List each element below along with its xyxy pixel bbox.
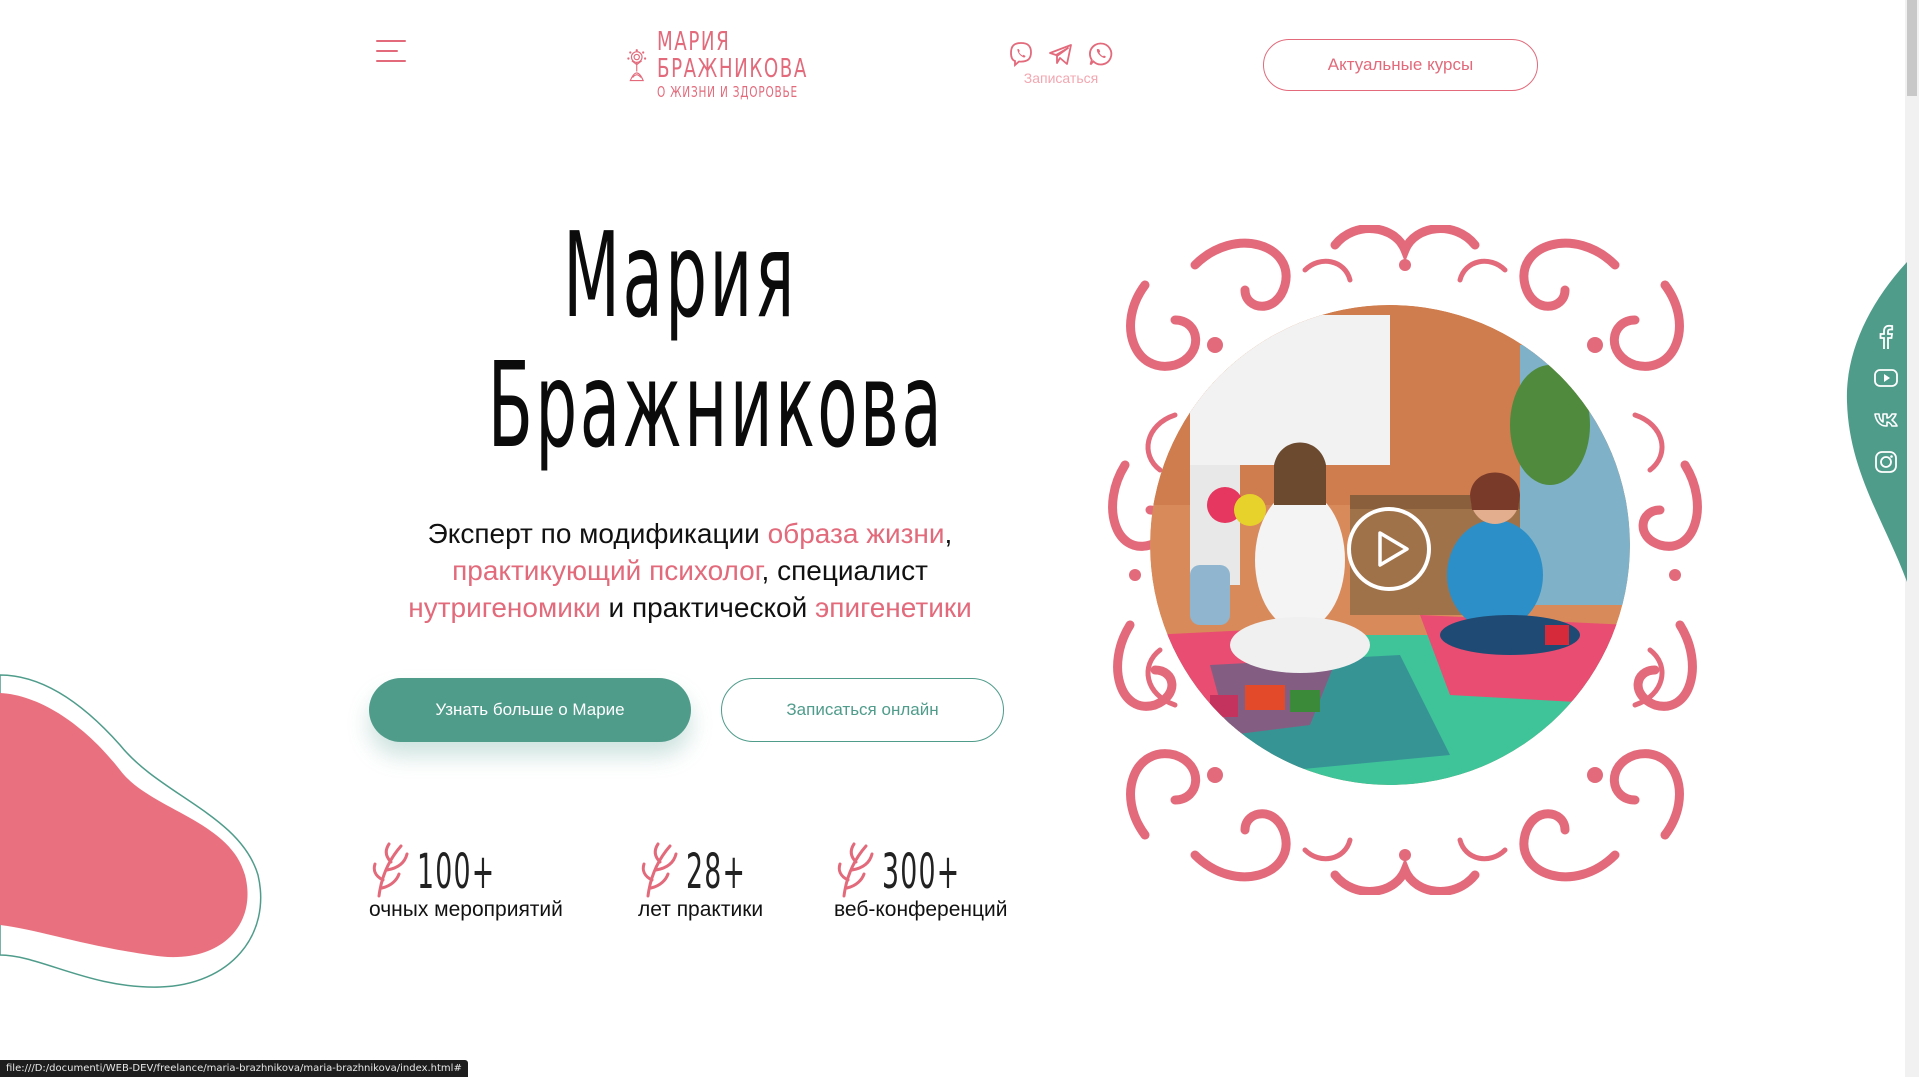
- desc-highlight: образа жизни: [767, 518, 945, 549]
- hero-title-line2: Бражникова: [487, 336, 945, 474]
- stat-value: 28+: [686, 844, 747, 900]
- stat-label: очных мероприятий: [369, 898, 563, 921]
- site-logo[interactable]: МАРИЯ БРАЖНИКОВА О ЖИЗНИ И ЗДОРОВЬЕ: [625, 20, 850, 110]
- desc-highlight: практикующий психолог: [452, 555, 762, 586]
- leaf-icon: [837, 842, 874, 898]
- logo-line1: МАРИЯ: [656, 27, 730, 57]
- telegram-icon[interactable]: [1047, 40, 1075, 68]
- facebook-icon[interactable]: [1872, 323, 1900, 351]
- desc-highlight: нутригеномики: [408, 592, 601, 623]
- stat-years: 28+ лет практики: [638, 840, 783, 940]
- learn-more-button[interactable]: Узнать больше о Марие: [369, 678, 691, 742]
- whatsapp-icon[interactable]: [1087, 40, 1115, 68]
- desc-highlight: эпигенетики: [815, 592, 972, 623]
- instagram-icon[interactable]: [1872, 448, 1900, 476]
- stat-label: веб-конференций: [834, 898, 1008, 921]
- logo-tagline: О ЖИЗНИ И ЗДОРОВЬЕ: [656, 83, 798, 101]
- desc-text: , специалист: [761, 555, 928, 586]
- logo-emblem-icon: [627, 49, 647, 82]
- messengers-block: Записаться: [1003, 40, 1119, 92]
- decorative-blob: [0, 674, 262, 988]
- page-scrollbar[interactable]: [1905, 0, 1919, 1077]
- logo-line2: БРАЖНИКОВА: [656, 54, 808, 84]
- stat-webinars: 300+ веб-конференций: [834, 840, 1009, 940]
- youtube-icon[interactable]: [1872, 364, 1900, 392]
- stat-events: 100+ очных мероприятий: [369, 840, 563, 940]
- stat-value: 100+: [417, 844, 496, 900]
- hero-title: Мария Бражникова: [370, 210, 990, 470]
- menu-burger-button[interactable]: [376, 40, 410, 64]
- scrollbar-thumb[interactable]: [1907, 0, 1917, 96]
- hero-title-line1: Мария: [563, 206, 797, 344]
- leaf-icon: [641, 842, 678, 898]
- leaf-icon: [372, 842, 409, 898]
- stat-value: 300+: [882, 844, 961, 900]
- current-courses-button[interactable]: Актуальные курсы: [1263, 39, 1538, 91]
- stat-label: лет практики: [638, 898, 764, 921]
- viber-icon[interactable]: [1007, 40, 1035, 68]
- browser-status-bar: file:///D:/documenti/WEB-DEV/freelance/m…: [0, 1060, 468, 1077]
- vk-icon[interactable]: [1872, 406, 1900, 434]
- messengers-signup-label[interactable]: Записаться: [1003, 70, 1119, 86]
- desc-text: ,: [944, 518, 953, 549]
- hero-description: Эксперт по модификации образа жизни, пра…: [360, 515, 1020, 626]
- desc-text: и практической: [600, 592, 816, 623]
- play-video-button[interactable]: [1345, 505, 1433, 593]
- desc-text: Эксперт по модификации: [427, 518, 768, 549]
- signup-online-button[interactable]: Записаться онлайн: [721, 678, 1004, 742]
